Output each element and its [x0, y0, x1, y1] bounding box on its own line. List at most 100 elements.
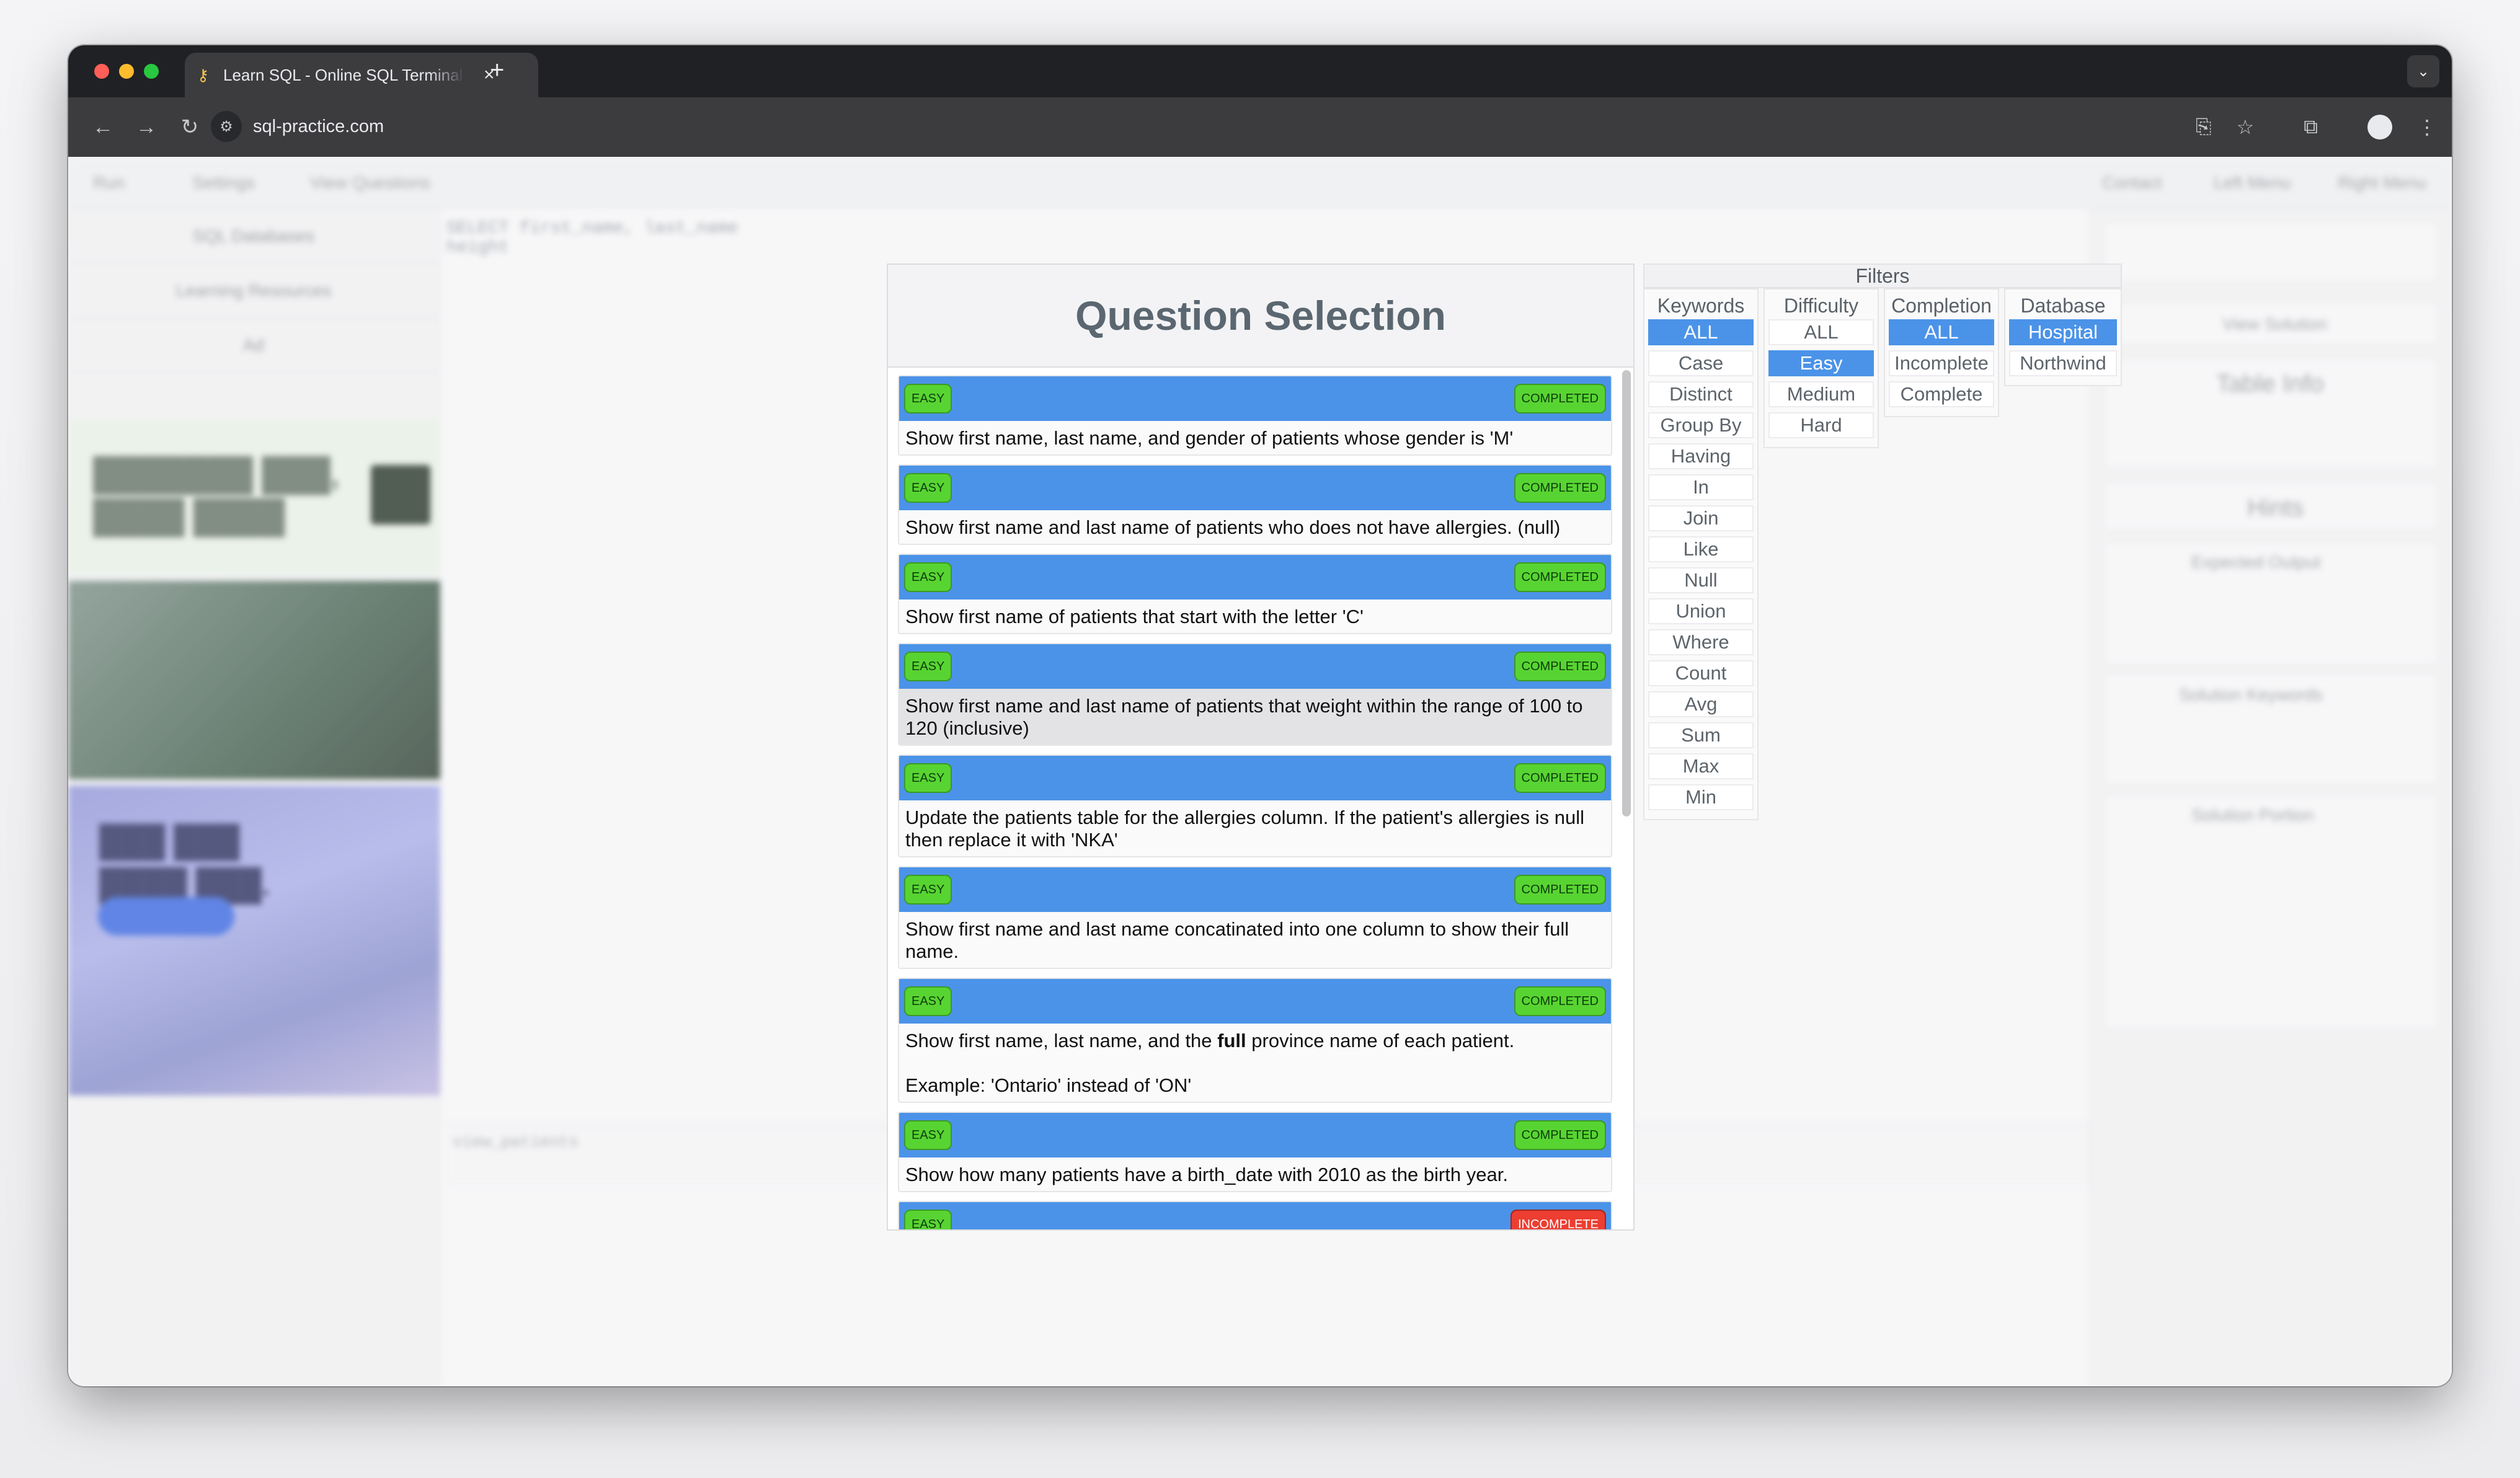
- extensions-icon[interactable]: ⧉: [2304, 115, 2318, 139]
- right-menu-link[interactable]: Right Menu: [2338, 173, 2426, 193]
- filter-column-database: Database Hospital Northwind: [2004, 288, 2122, 386]
- filter-option-difficulty[interactable]: ALL: [1768, 319, 1874, 345]
- filter-option-keyword[interactable]: Having: [1648, 443, 1754, 469]
- filter-option-database[interactable]: Hospital: [2009, 319, 2117, 345]
- filter-option-keyword[interactable]: Avg: [1648, 691, 1754, 717]
- question-header-bar: EASY COMPLETED: [899, 376, 1611, 421]
- filter-option-keyword[interactable]: Like: [1648, 536, 1754, 562]
- translate-icon[interactable]: ⎘: [2196, 115, 2212, 139]
- sidebar-item-sql-databases[interactable]: SQL Databases: [68, 209, 439, 263]
- page-content: Run Settings View Questions Contact Left…: [68, 157, 2452, 1386]
- bookmark-star-icon[interactable]: ☆: [2236, 115, 2254, 139]
- question-item[interactable]: EASY COMPLETED Show first name, last nam…: [898, 375, 1612, 456]
- filter-option-keyword[interactable]: Group By: [1648, 412, 1754, 438]
- filter-option-difficulty[interactable]: Easy: [1768, 350, 1874, 376]
- left-sidebar: SQL Databases Learning Resources Ad ████…: [68, 209, 440, 1386]
- key-icon: ⚷: [197, 66, 210, 84]
- solution-keywords-panel: Solution Keywords: [2103, 674, 2438, 785]
- editor-line-1: SELECT first_name, last_name: [446, 219, 739, 238]
- status-badge: COMPLETED: [1514, 763, 1606, 793]
- url-text[interactable]: sql-practice.com: [253, 117, 384, 137]
- browser-window: ⚷ Learn SQL - Online SQL Terminal × + ⌄ …: [68, 45, 2452, 1386]
- filter-heading-database: Database: [2020, 294, 2106, 317]
- question-item[interactable]: EASY COMPLETED Update the patients table…: [898, 754, 1612, 857]
- question-item[interactable]: EASY COMPLETED Show first name and last …: [898, 464, 1612, 545]
- filter-option-difficulty[interactable]: Hard: [1768, 412, 1874, 438]
- question-text: Show first name, last name, and the full…: [899, 1024, 1611, 1102]
- question-header-bar: EASY INCOMPLETE: [899, 1202, 1611, 1229]
- minimize-window-button[interactable]: [119, 64, 134, 79]
- filter-option-keyword[interactable]: ALL: [1648, 319, 1754, 345]
- question-item[interactable]: EASY COMPLETED Show first name of patien…: [898, 554, 1612, 634]
- advertisement-promo[interactable]: ███ ███ ████ ███.: [68, 785, 440, 1095]
- filter-option-keyword[interactable]: In: [1648, 474, 1754, 500]
- filter-option-difficulty[interactable]: Medium: [1768, 381, 1874, 407]
- maximize-window-button[interactable]: [144, 64, 159, 79]
- question-header-bar: EASY COMPLETED: [899, 555, 1611, 600]
- status-badge: COMPLETED: [1514, 384, 1606, 414]
- address-bar[interactable]: ⚙ sql-practice.com: [211, 106, 2201, 147]
- advertisement-image[interactable]: [68, 581, 440, 779]
- left-menu-link[interactable]: Left Menu: [2214, 173, 2291, 193]
- filter-option-database[interactable]: Northwind: [2009, 350, 2117, 376]
- close-window-button[interactable]: [94, 64, 109, 79]
- filter-option-keyword[interactable]: Min: [1648, 784, 1754, 810]
- filter-option-keyword[interactable]: Case: [1648, 350, 1754, 376]
- results-table-name: view_patients: [453, 1133, 579, 1151]
- expected-output-heading: Expected Output: [2191, 552, 2321, 572]
- filter-option-keyword[interactable]: Max: [1648, 753, 1754, 779]
- status-badge: COMPLETED: [1514, 562, 1606, 592]
- solution-keywords-heading: Solution Keywords: [2179, 685, 2323, 704]
- filter-option-keyword[interactable]: Count: [1648, 660, 1754, 686]
- question-item[interactable]: EASY COMPLETED Show first name, last nam…: [898, 978, 1612, 1103]
- filter-option-keyword[interactable]: Null: [1648, 567, 1754, 593]
- sidebar-item-learning-resources[interactable]: Learning Resources: [68, 263, 439, 318]
- filter-option-completion[interactable]: Incomplete: [1889, 350, 1994, 376]
- right-sidebar: View Solution Table Info Hints Expected …: [2090, 209, 2452, 1386]
- question-text: Show first name and last name of patient…: [905, 516, 1561, 538]
- filter-option-keyword[interactable]: Distinct: [1648, 381, 1754, 407]
- tab-search-chevron-icon[interactable]: ⌄: [2407, 55, 2439, 87]
- browser-tab-active[interactable]: ⚷ Learn SQL - Online SQL Terminal ×: [185, 53, 538, 97]
- question-text: Show first name, last name, and gender o…: [905, 427, 1514, 449]
- difficulty-badge: EASY: [904, 652, 952, 681]
- question-item[interactable]: EASY INCOMPLETE: [898, 1201, 1612, 1229]
- question-text: Show first name of patients that start w…: [905, 606, 1364, 627]
- view-solution-button[interactable]: View Solution: [2103, 302, 2438, 345]
- back-arrow-icon[interactable]: ←: [86, 115, 120, 139]
- contact-link[interactable]: Contact: [2102, 173, 2162, 193]
- profile-avatar[interactable]: [2367, 115, 2392, 139]
- filter-option-keyword[interactable]: Where: [1648, 629, 1754, 655]
- reload-icon[interactable]: ↻: [172, 115, 207, 139]
- difficulty-badge: EASY: [904, 763, 952, 793]
- filter-option-keyword[interactable]: Sum: [1648, 722, 1754, 748]
- question-item[interactable]: EASY COMPLETED Show first name and last …: [898, 866, 1612, 969]
- run-button[interactable]: Run: [93, 173, 125, 193]
- question-list-scrollbar[interactable]: [1622, 370, 1631, 816]
- question-item[interactable]: EASY COMPLETED Show how many patients ha…: [898, 1112, 1612, 1192]
- more-menu-icon[interactable]: ⋮: [2417, 115, 2437, 139]
- question-text: Show first name and last name of patient…: [905, 695, 1583, 739]
- question-prompt-box: [2103, 221, 2438, 283]
- settings-button[interactable]: Settings: [192, 173, 255, 193]
- filter-column-difficulty: Difficulty ALL Easy Medium Hard: [1764, 288, 1879, 448]
- difficulty-badge: EASY: [904, 562, 952, 592]
- status-badge: INCOMPLETE: [1510, 1210, 1606, 1229]
- view-questions-button[interactable]: View Questions: [310, 173, 430, 193]
- site-settings-icon[interactable]: ⚙: [211, 111, 242, 142]
- question-item-hovered[interactable]: EASY COMPLETED Show first name and last …: [898, 643, 1612, 746]
- hints-panel: Hints: [2103, 482, 2438, 531]
- filter-option-keyword[interactable]: Join: [1648, 505, 1754, 531]
- filter-option-keyword[interactable]: Union: [1648, 598, 1754, 624]
- view-solution-label: View Solution: [2222, 314, 2328, 334]
- editor-line-2: height: [446, 238, 509, 257]
- filter-option-completion[interactable]: ALL: [1889, 319, 1994, 345]
- advertisement-banner[interactable]: ███████ ███, ████ ████: [68, 420, 440, 575]
- ad-promo-button[interactable]: [98, 897, 234, 936]
- question-text: Show first name and last name concatinat…: [905, 918, 1569, 962]
- filter-option-completion[interactable]: Complete: [1889, 381, 1994, 407]
- sql-editor[interactable]: SELECT first_name, last_name height: [446, 219, 881, 268]
- filter-column-completion: Completion ALL Incomplete Complete: [1884, 288, 1999, 417]
- new-tab-button[interactable]: +: [490, 56, 504, 84]
- forward-arrow-icon[interactable]: →: [129, 115, 164, 139]
